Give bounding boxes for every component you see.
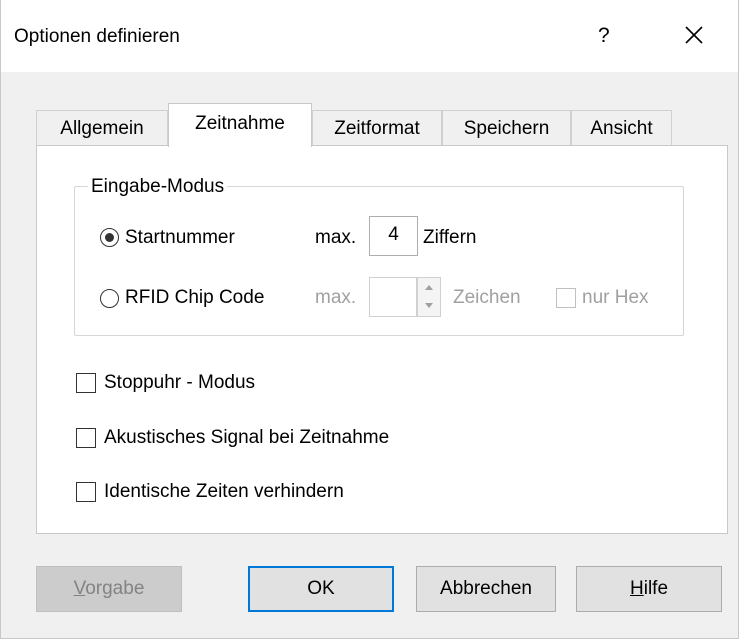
help-title-button[interactable]: ? <box>598 24 610 48</box>
vorgabe-mnemonic: V <box>73 578 86 599</box>
window-title: Optionen definieren <box>14 26 180 47</box>
abbrechen-label: Abbrechen <box>440 578 532 599</box>
tab-label: Allgemein <box>60 118 144 139</box>
rfid-spinner[interactable] <box>417 277 441 317</box>
startnummer-label-text: Startnummer <box>125 227 235 248</box>
radio-selected-dot <box>105 233 114 242</box>
tab-zeitnahme[interactable]: Zeitnahme <box>168 103 312 147</box>
identische-zeiten-label: Identische Zeiten verhindern <box>104 481 344 502</box>
rfid-label: RFID Chip Code <box>125 287 265 308</box>
tab-label: Zeitnahme <box>195 113 285 134</box>
tab-speichern[interactable]: Speichern <box>442 110 571 145</box>
vorgabe-label: orgabe <box>85 578 145 599</box>
max-label: max. <box>315 227 357 248</box>
hilfe-mnemonic: H <box>629 578 644 599</box>
group-legend: Eingabe-Modus <box>88 176 228 198</box>
startnummer-radio[interactable] <box>100 228 119 247</box>
ziffern-label: Ziffern <box>423 227 477 248</box>
options-dialog: Optionen definieren ? Allgemein Zeitnahm… <box>0 0 739 639</box>
spin-up-icon[interactable] <box>418 278 440 297</box>
nur-hex-checkbox[interactable] <box>556 288 576 308</box>
rfid-max-input[interactable] <box>369 277 417 317</box>
stoppuhr-label: Stoppuhr - Modus <box>104 372 256 393</box>
identische-zeiten-checkbox[interactable] <box>76 482 96 502</box>
rfid-radio[interactable] <box>100 289 119 308</box>
abbrechen-button[interactable]: Abbrechen <box>416 566 556 612</box>
tab-ansicht[interactable]: Ansicht <box>571 110 672 145</box>
vorgabe-button[interactable]: Vorgabe <box>36 566 182 612</box>
rfid-max-label: max. <box>315 287 357 308</box>
title-bar: Optionen definieren ? <box>1 0 738 72</box>
max-digits-input[interactable]: 4 <box>369 216 418 256</box>
spin-down-icon[interactable] <box>418 297 440 316</box>
tab-zeitformat[interactable]: Zeitformat <box>312 110 442 145</box>
tab-allgemein[interactable]: Allgemein <box>36 110 168 145</box>
stoppuhr-checkbox[interactable] <box>76 373 96 393</box>
ok-button[interactable]: OK <box>248 566 394 612</box>
nur-hex-label: nur Hex <box>582 287 649 308</box>
zeichen-label: Zeichen <box>453 287 521 308</box>
tab-label: Ansicht <box>590 118 653 139</box>
ok-label: OK <box>307 578 335 599</box>
hilfe-button[interactable]: Hilfe <box>576 566 722 612</box>
tab-label: Zeitformat <box>334 118 420 139</box>
tab-label: Speichern <box>463 118 550 139</box>
akustisches-signal-label: Akustisches Signal bei Zeitnahme <box>104 427 390 448</box>
akustisches-signal-checkbox[interactable] <box>76 428 96 448</box>
close-icon[interactable] <box>679 20 709 50</box>
hilfe-label: ilfe <box>643 578 669 599</box>
